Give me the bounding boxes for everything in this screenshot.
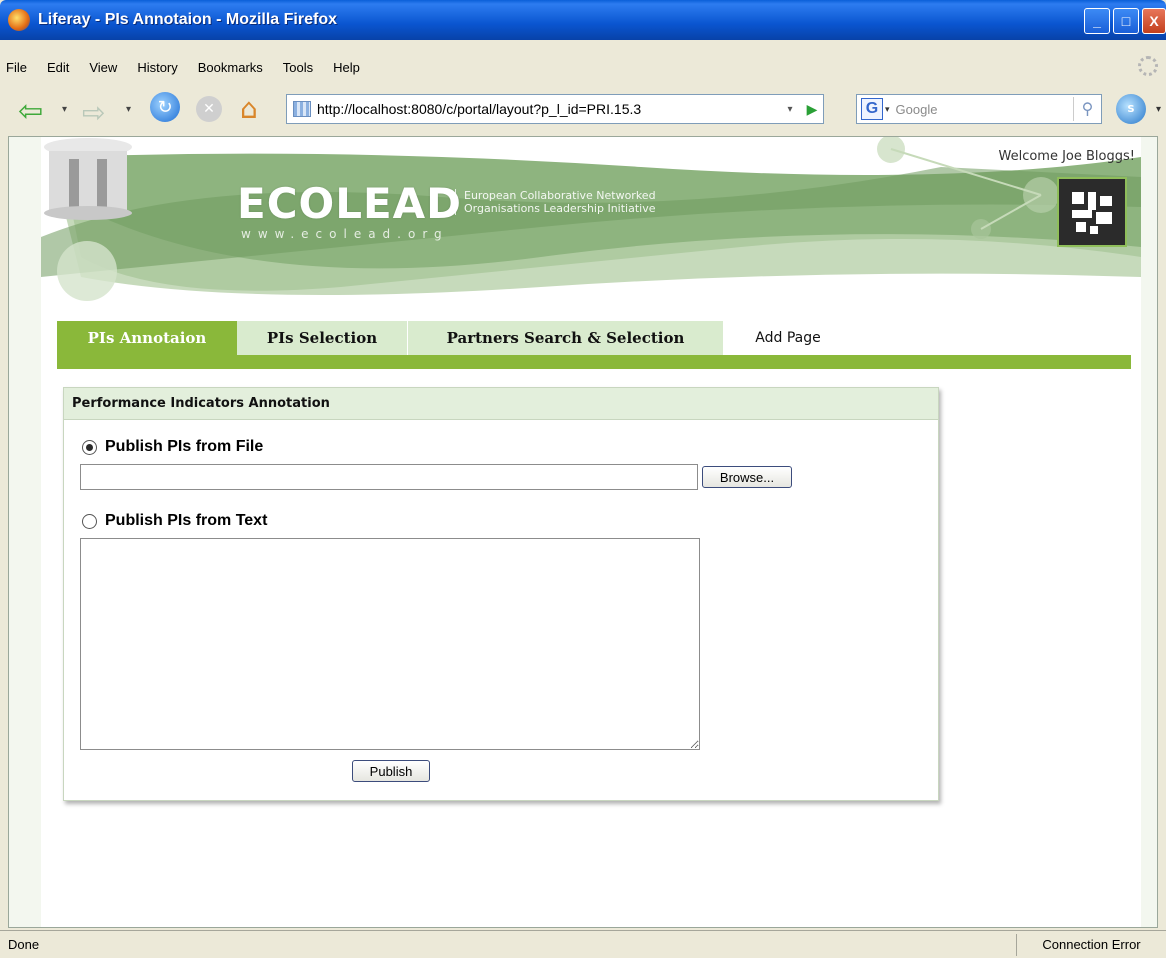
portlet-title: Performance Indicators Annotation: [64, 388, 938, 420]
go-icon[interactable]: ▶: [801, 101, 823, 118]
window-titlebar: Liferay - PIs Annotaion - Mozilla Firefo…: [0, 0, 1166, 40]
browser-viewport: ECOLEAD www.ecolead.org European Collabo…: [8, 136, 1158, 928]
menu-tools[interactable]: Tools: [283, 60, 313, 75]
google-engine-icon[interactable]: G: [861, 98, 883, 120]
navigation-toolbar: ⇦ ▾ ⇨ ▾ ↻ ✕ ⌂ http://localhost:8080/c/po…: [0, 86, 1166, 132]
ecolead-pillar-logo: [44, 138, 132, 220]
addon-toolbar-icon[interactable]: S: [1116, 94, 1146, 124]
minimize-button[interactable]: _: [1084, 8, 1110, 34]
portal-page: ECOLEAD www.ecolead.org European Collabo…: [41, 137, 1141, 927]
back-arrow-icon[interactable]: ⇦: [18, 94, 43, 129]
tagline-line1: European Collaborative Networked: [464, 189, 656, 202]
pis-annotation-portlet: Performance Indicators Annotation Publis…: [63, 387, 939, 801]
menu-view[interactable]: View: [89, 60, 117, 75]
search-engine-dropdown-icon[interactable]: ▾: [885, 104, 890, 115]
menu-bookmarks[interactable]: Bookmarks: [198, 60, 263, 75]
menu-edit[interactable]: Edit: [47, 60, 69, 75]
url-history-dropdown-icon[interactable]: ▾: [779, 104, 801, 115]
user-dock-icon[interactable]: [1057, 177, 1127, 247]
back-dropdown-icon[interactable]: ▾: [62, 104, 67, 115]
file-path-input[interactable]: [80, 464, 698, 490]
menu-help[interactable]: Help: [333, 60, 360, 75]
status-text: Done: [8, 937, 40, 952]
tab-partners-search-selection[interactable]: Partners Search & Selection: [407, 321, 723, 355]
close-button[interactable]: X: [1142, 8, 1166, 34]
menu-file[interactable]: File: [6, 60, 27, 75]
maximize-button[interactable]: □: [1113, 8, 1139, 34]
search-icon[interactable]: ⚲: [1073, 97, 1101, 121]
status-bar: Done Connection Error: [0, 930, 1166, 958]
browse-button[interactable]: Browse...: [702, 466, 792, 488]
page-favicon-icon: [293, 101, 311, 117]
reload-icon[interactable]: ↻: [150, 92, 180, 122]
connection-status: Connection Error: [1016, 933, 1166, 956]
tab-pis-selection[interactable]: PIs Selection: [237, 321, 407, 355]
brand-tagline: European Collaborative Networked Organis…: [455, 189, 656, 215]
navigation-tabs: PIs Annotaion PIs Selection Partners Sea…: [57, 321, 853, 355]
url-text[interactable]: http://localhost:8080/c/portal/layout?p_…: [317, 101, 779, 117]
publish-from-file-radio[interactable]: [82, 439, 97, 455]
forward-dropdown-icon[interactable]: ▾: [126, 104, 131, 115]
brand-url: www.ecolead.org: [241, 227, 449, 241]
publish-button[interactable]: Publish: [352, 760, 430, 782]
home-icon[interactable]: ⌂: [240, 92, 258, 125]
search-placeholder[interactable]: Google: [896, 102, 938, 117]
firefox-icon: [8, 9, 30, 31]
menu-bar: File Edit View History Bookmarks Tools H…: [0, 56, 1166, 78]
publish-from-text-radio[interactable]: [82, 513, 97, 529]
banner-background: [41, 137, 1141, 301]
url-bar[interactable]: http://localhost:8080/c/portal/layout?p_…: [286, 94, 824, 124]
addon-dropdown-icon[interactable]: ▾: [1156, 104, 1161, 115]
forward-arrow-icon[interactable]: ⇨: [82, 96, 105, 129]
throbber-icon: [1138, 56, 1158, 76]
stop-icon[interactable]: ✕: [196, 96, 222, 122]
window-controls: _ □ X: [1084, 8, 1166, 34]
menu-history[interactable]: History: [137, 60, 177, 75]
publish-from-file-option[interactable]: Publish PIs from File: [82, 438, 263, 456]
brand-title: ECOLEAD: [237, 179, 463, 228]
tagline-line2: Organisations Leadership Initiative: [464, 202, 656, 215]
publish-from-text-label: Publish PIs from Text: [105, 512, 268, 529]
welcome-message: Welcome Joe Bloggs!: [998, 149, 1136, 164]
tab-underline: [57, 355, 1131, 369]
tab-add-page[interactable]: Add Page: [723, 321, 853, 355]
publish-from-text-option[interactable]: Publish PIs from Text: [82, 512, 267, 530]
publish-from-file-label: Publish PIs from File: [105, 438, 264, 455]
window-title: Liferay - PIs Annotaion - Mozilla Firefo…: [38, 11, 337, 28]
pis-text-area[interactable]: [80, 538, 700, 750]
ecolead-banner: ECOLEAD www.ecolead.org European Collabo…: [41, 137, 1141, 317]
tab-pis-annotaion[interactable]: PIs Annotaion: [57, 321, 237, 355]
search-bar[interactable]: G ▾ Google ⚲: [856, 94, 1102, 124]
